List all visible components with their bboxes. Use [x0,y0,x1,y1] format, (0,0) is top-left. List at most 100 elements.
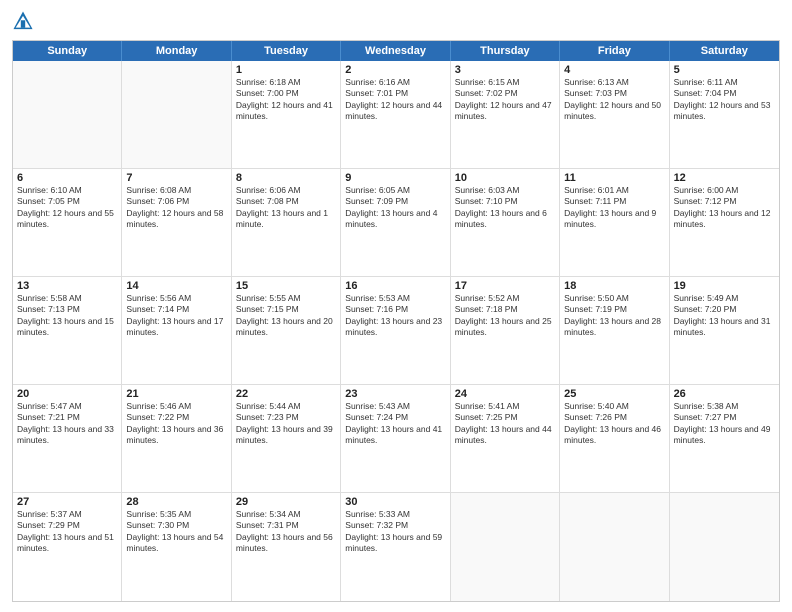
cell-info: Sunrise: 6:10 AM Sunset: 7:05 PM Dayligh… [17,185,117,231]
cell-date: 3 [455,64,555,76]
cell-date: 27 [17,496,117,508]
day-header: Wednesday [341,41,450,61]
cell-info: Sunrise: 6:00 AM Sunset: 7:12 PM Dayligh… [674,185,775,231]
calendar-cell: 6Sunrise: 6:10 AM Sunset: 7:05 PM Daylig… [13,169,122,276]
cell-date: 5 [674,64,775,76]
calendar-week: 27Sunrise: 5:37 AM Sunset: 7:29 PM Dayli… [13,493,779,601]
calendar-cell: 22Sunrise: 5:44 AM Sunset: 7:23 PM Dayli… [232,385,341,492]
cell-info: Sunrise: 6:08 AM Sunset: 7:06 PM Dayligh… [126,185,226,231]
calendar-cell: 29Sunrise: 5:34 AM Sunset: 7:31 PM Dayli… [232,493,341,601]
cell-info: Sunrise: 6:13 AM Sunset: 7:03 PM Dayligh… [564,77,664,123]
cell-date: 18 [564,280,664,292]
calendar-cell: 2Sunrise: 6:16 AM Sunset: 7:01 PM Daylig… [341,61,450,168]
cell-date: 14 [126,280,226,292]
cell-info: Sunrise: 5:38 AM Sunset: 7:27 PM Dayligh… [674,401,775,447]
cell-info: Sunrise: 5:52 AM Sunset: 7:18 PM Dayligh… [455,293,555,339]
header [12,10,780,32]
day-header: Thursday [451,41,560,61]
cell-info: Sunrise: 6:11 AM Sunset: 7:04 PM Dayligh… [674,77,775,123]
calendar-cell: 14Sunrise: 5:56 AM Sunset: 7:14 PM Dayli… [122,277,231,384]
cell-info: Sunrise: 5:43 AM Sunset: 7:24 PM Dayligh… [345,401,445,447]
cell-info: Sunrise: 5:35 AM Sunset: 7:30 PM Dayligh… [126,509,226,555]
calendar-cell: 17Sunrise: 5:52 AM Sunset: 7:18 PM Dayli… [451,277,560,384]
cell-info: Sunrise: 5:53 AM Sunset: 7:16 PM Dayligh… [345,293,445,339]
day-header: Saturday [670,41,779,61]
cell-date: 11 [564,172,664,184]
cell-info: Sunrise: 6:15 AM Sunset: 7:02 PM Dayligh… [455,77,555,123]
calendar-cell [13,61,122,168]
cell-date: 22 [236,388,336,400]
cell-date: 1 [236,64,336,76]
calendar-cell: 28Sunrise: 5:35 AM Sunset: 7:30 PM Dayli… [122,493,231,601]
cell-info: Sunrise: 6:06 AM Sunset: 7:08 PM Dayligh… [236,185,336,231]
calendar-cell: 24Sunrise: 5:41 AM Sunset: 7:25 PM Dayli… [451,385,560,492]
calendar-cell: 15Sunrise: 5:55 AM Sunset: 7:15 PM Dayli… [232,277,341,384]
cell-info: Sunrise: 6:16 AM Sunset: 7:01 PM Dayligh… [345,77,445,123]
cell-info: Sunrise: 5:33 AM Sunset: 7:32 PM Dayligh… [345,509,445,555]
cell-date: 8 [236,172,336,184]
cell-info: Sunrise: 5:40 AM Sunset: 7:26 PM Dayligh… [564,401,664,447]
calendar-cell: 1Sunrise: 6:18 AM Sunset: 7:00 PM Daylig… [232,61,341,168]
calendar-week: 1Sunrise: 6:18 AM Sunset: 7:00 PM Daylig… [13,61,779,169]
day-header: Monday [122,41,231,61]
calendar-cell: 26Sunrise: 5:38 AM Sunset: 7:27 PM Dayli… [670,385,779,492]
cell-date: 21 [126,388,226,400]
calendar-cell: 12Sunrise: 6:00 AM Sunset: 7:12 PM Dayli… [670,169,779,276]
calendar-cell: 27Sunrise: 5:37 AM Sunset: 7:29 PM Dayli… [13,493,122,601]
day-header: Sunday [13,41,122,61]
cell-info: Sunrise: 6:05 AM Sunset: 7:09 PM Dayligh… [345,185,445,231]
calendar-cell: 16Sunrise: 5:53 AM Sunset: 7:16 PM Dayli… [341,277,450,384]
page: SundayMondayTuesdayWednesdayThursdayFrid… [0,0,792,612]
calendar-cell: 8Sunrise: 6:06 AM Sunset: 7:08 PM Daylig… [232,169,341,276]
cell-info: Sunrise: 5:47 AM Sunset: 7:21 PM Dayligh… [17,401,117,447]
day-headers: SundayMondayTuesdayWednesdayThursdayFrid… [13,41,779,61]
cell-info: Sunrise: 5:58 AM Sunset: 7:13 PM Dayligh… [17,293,117,339]
cell-date: 4 [564,64,664,76]
calendar-cell: 18Sunrise: 5:50 AM Sunset: 7:19 PM Dayli… [560,277,669,384]
cell-date: 19 [674,280,775,292]
cell-date: 20 [17,388,117,400]
cell-date: 6 [17,172,117,184]
calendar-cell: 3Sunrise: 6:15 AM Sunset: 7:02 PM Daylig… [451,61,560,168]
cell-info: Sunrise: 5:50 AM Sunset: 7:19 PM Dayligh… [564,293,664,339]
calendar-cell: 5Sunrise: 6:11 AM Sunset: 7:04 PM Daylig… [670,61,779,168]
cell-date: 10 [455,172,555,184]
cell-info: Sunrise: 5:56 AM Sunset: 7:14 PM Dayligh… [126,293,226,339]
cell-date: 17 [455,280,555,292]
calendar-cell [670,493,779,601]
calendar-cell: 11Sunrise: 6:01 AM Sunset: 7:11 PM Dayli… [560,169,669,276]
cell-info: Sunrise: 5:37 AM Sunset: 7:29 PM Dayligh… [17,509,117,555]
cell-info: Sunrise: 5:41 AM Sunset: 7:25 PM Dayligh… [455,401,555,447]
cell-info: Sunrise: 6:01 AM Sunset: 7:11 PM Dayligh… [564,185,664,231]
cell-date: 26 [674,388,775,400]
logo [12,10,38,32]
calendar-cell: 23Sunrise: 5:43 AM Sunset: 7:24 PM Dayli… [341,385,450,492]
cell-info: Sunrise: 5:46 AM Sunset: 7:22 PM Dayligh… [126,401,226,447]
calendar-week: 20Sunrise: 5:47 AM Sunset: 7:21 PM Dayli… [13,385,779,493]
cell-date: 7 [126,172,226,184]
cell-date: 25 [564,388,664,400]
calendar-cell: 30Sunrise: 5:33 AM Sunset: 7:32 PM Dayli… [341,493,450,601]
cell-date: 2 [345,64,445,76]
calendar-week: 6Sunrise: 6:10 AM Sunset: 7:05 PM Daylig… [13,169,779,277]
calendar-week: 13Sunrise: 5:58 AM Sunset: 7:13 PM Dayli… [13,277,779,385]
cell-date: 24 [455,388,555,400]
calendar-cell: 10Sunrise: 6:03 AM Sunset: 7:10 PM Dayli… [451,169,560,276]
cell-info: Sunrise: 5:49 AM Sunset: 7:20 PM Dayligh… [674,293,775,339]
calendar-body: 1Sunrise: 6:18 AM Sunset: 7:00 PM Daylig… [13,61,779,601]
calendar-cell [560,493,669,601]
cell-info: Sunrise: 6:18 AM Sunset: 7:00 PM Dayligh… [236,77,336,123]
cell-date: 30 [345,496,445,508]
calendar-cell [451,493,560,601]
calendar: SundayMondayTuesdayWednesdayThursdayFrid… [12,40,780,602]
cell-date: 16 [345,280,445,292]
cell-info: Sunrise: 5:34 AM Sunset: 7:31 PM Dayligh… [236,509,336,555]
cell-info: Sunrise: 5:55 AM Sunset: 7:15 PM Dayligh… [236,293,336,339]
calendar-cell: 19Sunrise: 5:49 AM Sunset: 7:20 PM Dayli… [670,277,779,384]
day-header: Friday [560,41,669,61]
calendar-cell: 25Sunrise: 5:40 AM Sunset: 7:26 PM Dayli… [560,385,669,492]
calendar-cell: 7Sunrise: 6:08 AM Sunset: 7:06 PM Daylig… [122,169,231,276]
day-header: Tuesday [232,41,341,61]
cell-date: 23 [345,388,445,400]
calendar-cell: 21Sunrise: 5:46 AM Sunset: 7:22 PM Dayli… [122,385,231,492]
